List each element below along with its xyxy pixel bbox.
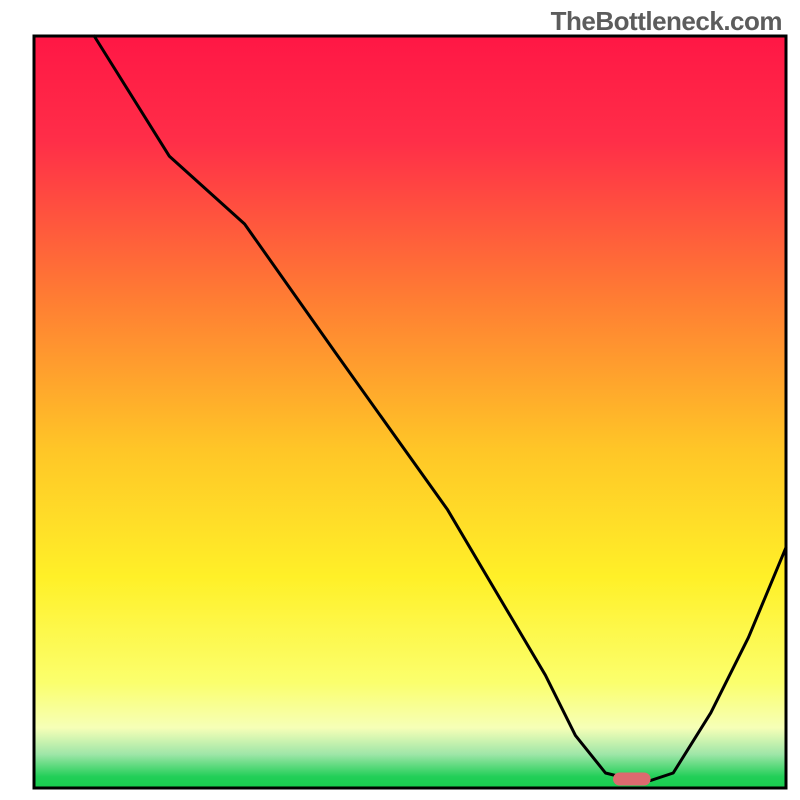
bottleneck-chart <box>0 0 800 800</box>
optimal-range-marker <box>613 772 651 785</box>
chart-stage: TheBottleneck.com <box>0 0 800 800</box>
chart-background <box>34 36 786 788</box>
